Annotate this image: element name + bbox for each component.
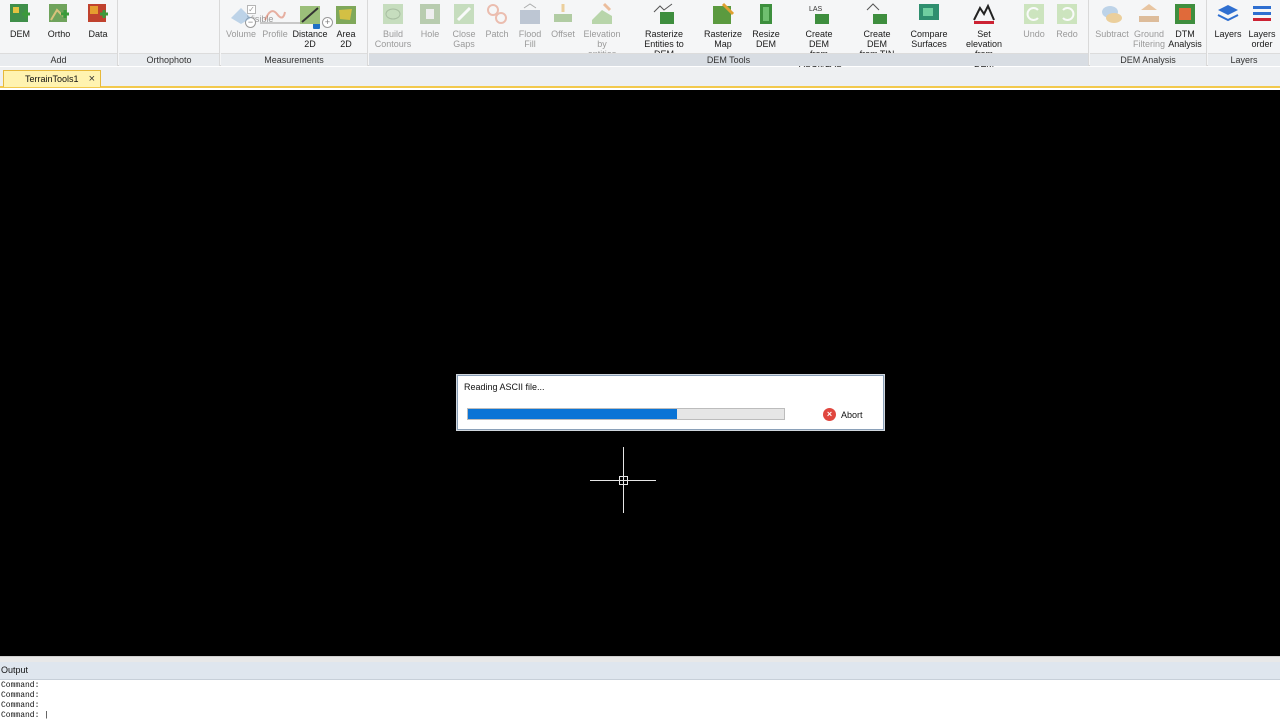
dialog-title: Reading ASCII file...	[464, 382, 545, 392]
drawing-canvas[interactable]	[0, 90, 1280, 656]
group-label-layers: Layers	[1208, 53, 1280, 66]
output-pane-header: Output	[0, 662, 1280, 680]
ribbon-group-dem-tools: Build Contours Hole Close Gaps Patch Flo…	[369, 0, 1089, 69]
set-elevation-icon	[973, 3, 995, 24]
group-label-add: Add	[0, 53, 117, 66]
profile-icon	[264, 10, 286, 21]
abort-label: Abort	[841, 410, 863, 420]
subtract-button[interactable]: Subtract	[1095, 0, 1129, 52]
area-icon	[336, 6, 356, 24]
subtract-icon	[1102, 6, 1122, 23]
resize-dem-button[interactable]: Resize DEM	[752, 0, 780, 52]
output-line: Command:	[1, 681, 40, 690]
ribbon-group-dem-analysis: Subtract Ground Filtering DTM Analysis D…	[1090, 0, 1207, 66]
progress-dialog: Reading ASCII file... × Abort	[457, 375, 884, 430]
group-label-orthophoto: Orthophoto	[119, 53, 219, 66]
ground-filtering-button[interactable]: Ground Filtering	[1133, 0, 1165, 52]
close-icon[interactable]: ×	[89, 71, 95, 87]
ground-filtering-icon	[1139, 4, 1159, 22]
tab-terraintools1[interactable]: TerrainTools1 ×	[3, 70, 101, 87]
ribbon-group-measurements: Volume Profile Distance 2D Area 2D Measu…	[221, 0, 368, 66]
rasterize-entities-button[interactable]: Rasterize Entities to DEM	[644, 0, 684, 59]
data-add-icon	[88, 4, 108, 22]
redo-icon	[1057, 4, 1077, 24]
ribbon-group-orthophoto: ✓Visible − + Orthophoto	[119, 0, 333, 66]
volume-button[interactable]: Volume	[226, 0, 256, 52]
layers-icon	[1217, 5, 1239, 22]
flood-fill-button[interactable]: Flood Fill	[516, 0, 544, 52]
build-contours-button[interactable]: Build Contours	[375, 0, 411, 52]
distance-icon	[300, 6, 320, 24]
group-label-measurements: Measurements	[221, 53, 367, 66]
crosshair-pickbox	[619, 476, 628, 485]
create-dem-tin-button[interactable]: Create DEM from TIN	[860, 0, 894, 59]
dtm-analysis-icon	[1175, 4, 1195, 24]
abort-icon: ×	[823, 408, 836, 421]
dem-add-icon	[10, 4, 30, 22]
area-2d-button[interactable]: Area 2D	[332, 0, 360, 52]
set-elevation-button[interactable]: Set elevation from DEM	[966, 0, 1002, 69]
ribbon-group-add: DEM Ortho Data Add	[0, 0, 118, 66]
hole-button[interactable]: Hole	[416, 0, 444, 52]
compare-surfaces-icon	[919, 4, 939, 20]
rasterize-map-icon	[713, 2, 735, 24]
output-line: Command:	[1, 701, 40, 710]
compare-surfaces-button[interactable]: Compare Surfaces	[910, 0, 948, 52]
offset-icon	[554, 4, 572, 22]
create-dem-tin-icon	[866, 3, 887, 24]
rasterize-entities-icon	[653, 3, 674, 24]
flood-fill-icon	[520, 3, 540, 24]
create-dem-ascii-icon: LAS	[809, 6, 829, 24]
progress-bar	[467, 408, 785, 420]
ortho-add-icon	[49, 4, 69, 22]
offset-button[interactable]: Offset	[549, 0, 577, 52]
patch-icon	[487, 4, 507, 24]
elevation-icon	[592, 2, 612, 24]
undo-icon	[1024, 4, 1044, 24]
profile-button[interactable]: Profile	[261, 0, 289, 52]
progress-bar-fill	[468, 409, 677, 419]
output-line: Command:	[1, 691, 40, 700]
dtm-analysis-button[interactable]: DTM Analysis	[1168, 0, 1202, 52]
resize-dem-icon	[760, 4, 772, 24]
layers-button[interactable]: Layers	[1214, 0, 1242, 52]
create-dem-ascii-button[interactable]: LAS Create DEM from ASCII/LAS	[799, 0, 842, 69]
elevation-by-entities-button[interactable]: Elevation by entities	[583, 0, 621, 59]
close-gaps-icon	[454, 4, 474, 24]
ortho-button[interactable]: Ortho	[45, 0, 73, 52]
layers-order-button[interactable]: Layers order	[1248, 0, 1276, 52]
patch-button[interactable]: Patch	[483, 0, 511, 52]
svg-text:LAS: LAS	[809, 6, 823, 13]
tab-title: TerrainTools1	[25, 74, 79, 84]
ribbon-group-layers: Layers Layers order Layers	[1208, 0, 1280, 66]
abort-button[interactable]: × Abort	[823, 407, 863, 423]
document-tab-strip: TerrainTools1 ×	[0, 67, 1280, 88]
hole-icon	[420, 4, 440, 24]
rasterize-map-button[interactable]: Rasterize Map	[704, 0, 742, 52]
group-label-dem-tools: DEM Tools	[369, 53, 1088, 66]
output-line[interactable]: Command: |	[0, 711, 1280, 720]
output-pane: Command: Command: Command: Command: |	[0, 681, 1280, 720]
redo-button[interactable]: Redo	[1053, 0, 1081, 52]
data-button[interactable]: Data	[84, 0, 112, 52]
group-label-dem-analysis: DEM Analysis	[1090, 53, 1206, 66]
close-gaps-button[interactable]: Close Gaps	[450, 0, 478, 52]
dem-button[interactable]: DEM	[6, 0, 34, 52]
contours-icon	[383, 4, 403, 24]
undo-button[interactable]: Undo	[1020, 0, 1048, 52]
volume-icon	[231, 8, 251, 24]
layers-order-icon	[1253, 6, 1271, 21]
ribbon: DEM Ortho Data Add ✓Visible − + Orthopho…	[0, 0, 1280, 69]
distance-2d-button[interactable]: Distance 2D	[292, 0, 328, 52]
